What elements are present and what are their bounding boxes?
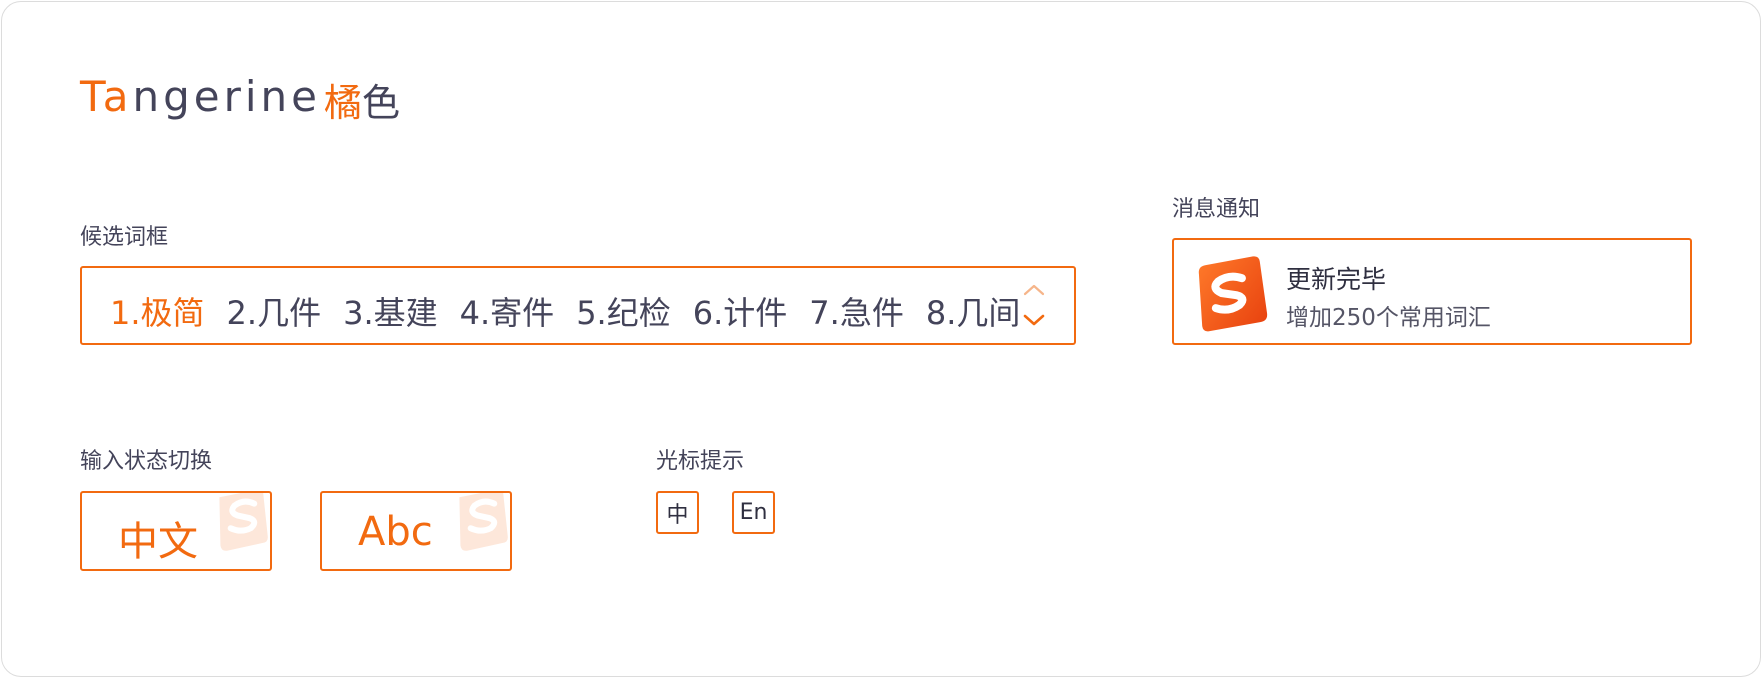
candidate-item[interactable]: 5.纪检: [576, 288, 671, 334]
candidate-item[interactable]: 3.基建: [343, 288, 438, 334]
candidate-item[interactable]: 2.几件: [227, 288, 322, 334]
candidate-item[interactable]: 1.极简: [110, 288, 205, 334]
logo-wordmark: Tangerine: [80, 72, 321, 121]
chevron-up-icon[interactable]: [1023, 284, 1045, 296]
input-mode-section-label: 输入状态切换: [80, 449, 213, 474]
page-arrows: [1022, 282, 1046, 332]
english-mode-label: Abc: [358, 509, 433, 555]
notification-box[interactable]: 更新完毕 增加250个常用词汇: [1172, 238, 1692, 345]
sogou-watermark-icon: [219, 493, 268, 551]
candidate-section-label: 候选词框: [80, 225, 169, 250]
chinese-mode-indicator[interactable]: 中文: [80, 491, 272, 571]
candidate-box: 1.极简 2.几件 3.基建 4.寄件 5.纪检 6.计件 7.急件 8.几间: [80, 266, 1076, 345]
chevron-down-icon[interactable]: [1023, 314, 1045, 326]
cursor-hint-section-label: 光标提示: [656, 449, 745, 474]
english-mode-indicator[interactable]: Abc: [320, 491, 512, 571]
logo-chinese: 橘色: [324, 81, 401, 125]
candidate-item[interactable]: 6.计件: [693, 288, 788, 334]
notification-section-label: 消息通知: [1172, 197, 1261, 222]
sogou-watermark-icon: [459, 493, 508, 551]
candidate-item[interactable]: 7.急件: [809, 288, 904, 334]
notification-body: 增加250个常用词汇: [1286, 305, 1491, 331]
cursor-hint-english: En: [732, 491, 775, 534]
sogou-logo-icon: [1192, 256, 1268, 332]
notification-title: 更新完毕: [1286, 265, 1387, 294]
candidate-item[interactable]: 8.几间: [926, 288, 1021, 334]
candidate-item[interactable]: 4.寄件: [460, 288, 555, 334]
candidate-list: 1.极简 2.几件 3.基建 4.寄件 5.纪检 6.计件 7.急件 8.几间: [110, 288, 1042, 334]
chinese-mode-label: 中文: [118, 519, 198, 565]
cursor-hint-chinese: 中: [656, 491, 699, 534]
